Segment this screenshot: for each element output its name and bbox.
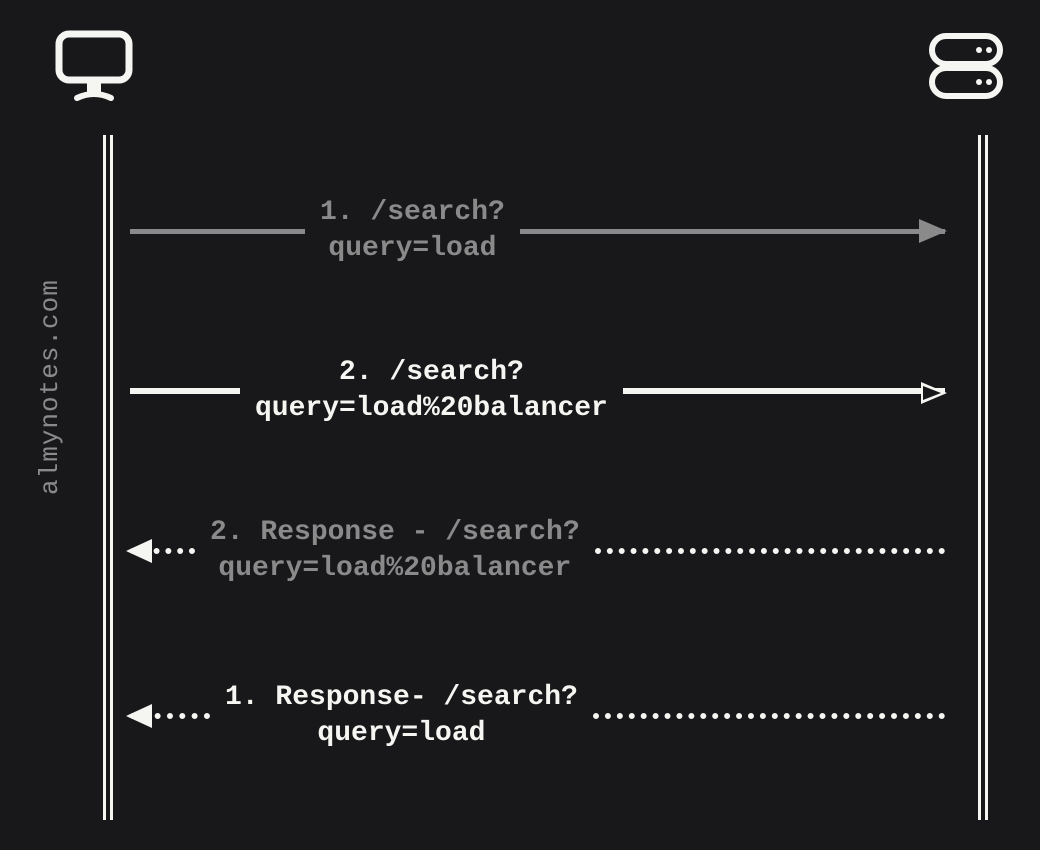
arrow-left-icon (130, 713, 210, 719)
message-text-3: 2. Response - /search? query=load%20bala… (195, 515, 595, 588)
message-text-2: 2. /search? query=load%20balancer (240, 355, 623, 428)
arrow-right-icon (623, 388, 945, 394)
arrow-segment (130, 229, 305, 234)
arrow-segment (595, 548, 945, 554)
server-icon (927, 30, 1005, 107)
message-request-1: 1. /search? query=load (130, 195, 945, 268)
client-monitor-icon (55, 30, 133, 107)
arrow-segment (593, 713, 945, 719)
message-response-1: 1. Response- /search? query=load (130, 680, 945, 753)
arrow-left-icon (130, 548, 195, 554)
message-text-1: 1. /search? query=load (305, 195, 520, 268)
arrow-right-icon (520, 229, 945, 234)
arrow-segment (130, 388, 240, 394)
message-text-4: 1. Response- /search? query=load (210, 680, 593, 753)
message-request-2: 2. /search? query=load%20balancer (130, 355, 945, 428)
watermark-text: almynotes.com (35, 279, 65, 495)
message-response-2: 2. Response - /search? query=load%20bala… (130, 515, 945, 588)
